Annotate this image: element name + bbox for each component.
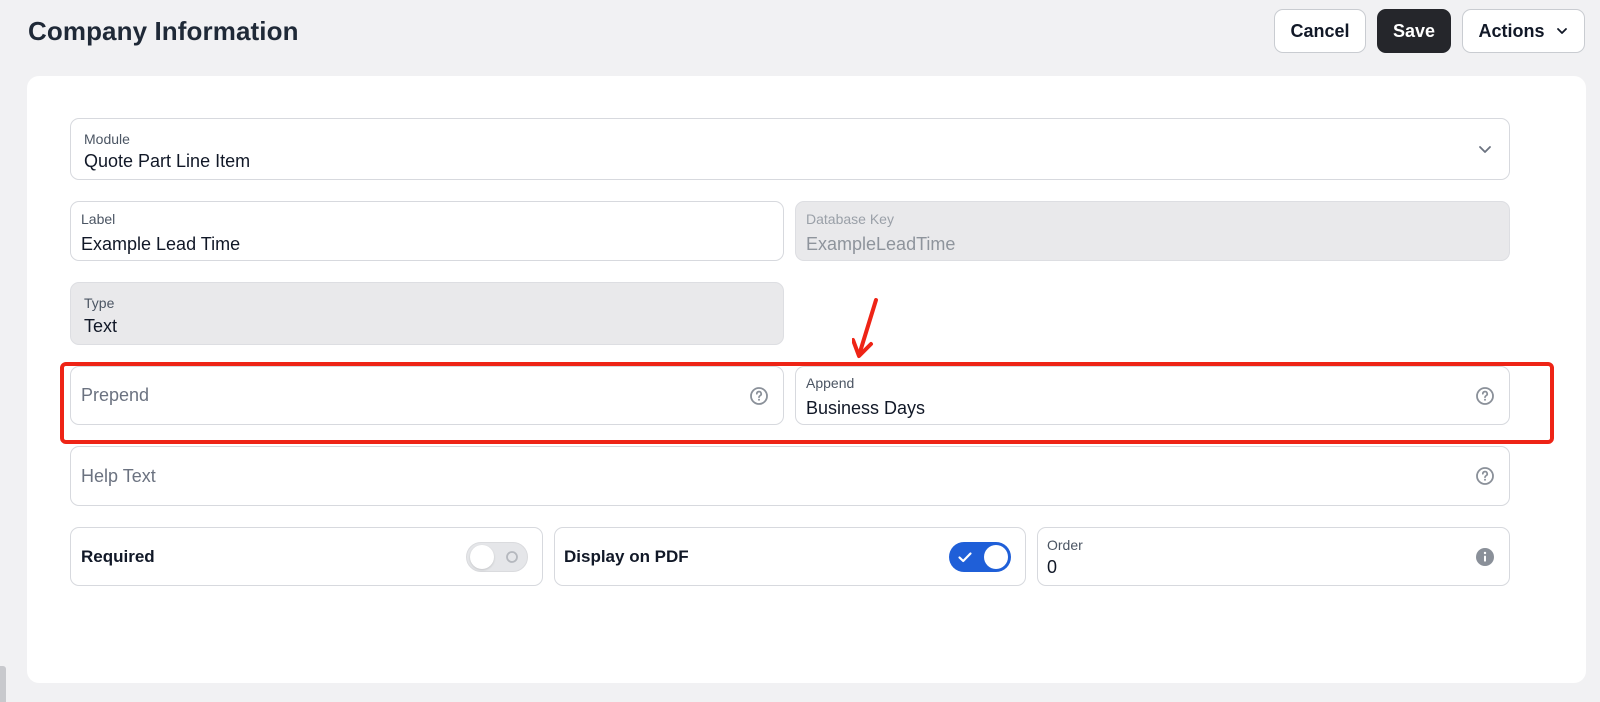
display-on-pdf-toggle[interactable] [949, 541, 1011, 572]
actions-dropdown-button[interactable]: Actions [1462, 9, 1585, 53]
order-input[interactable]: Order 0 [1037, 527, 1510, 586]
required-label: Required [81, 546, 155, 566]
annotation-highlight-box [60, 362, 1554, 444]
toggle-knob [984, 544, 1008, 569]
label-field-label: Label [81, 211, 116, 227]
help-circle-icon[interactable] [1475, 466, 1495, 486]
module-value: Quote Part Line Item [84, 151, 251, 171]
annotation-arrow-icon [852, 298, 878, 358]
edge-tab [0, 666, 6, 702]
page-title: Company Information [28, 16, 299, 46]
save-button[interactable]: Save [1377, 9, 1451, 53]
check-icon [958, 551, 972, 562]
module-label: Module [84, 131, 130, 147]
label-field-value: Example Lead Time [81, 234, 241, 254]
help-text-input[interactable]: Help Text [70, 446, 1510, 506]
order-label: Order [1047, 537, 1083, 553]
module-select[interactable]: Module Quote Part Line Item [70, 118, 1510, 180]
save-button-label: Save [1392, 20, 1436, 41]
database-key-field: Database Key ExampleLeadTime [795, 201, 1510, 261]
cancel-button-label: Cancel [1290, 20, 1350, 41]
actions-button-label: Actions [1478, 20, 1545, 41]
order-value: 0 [1047, 557, 1058, 577]
page-header: Company Information Cancel Save Actions [0, 0, 1600, 74]
type-label: Type [84, 295, 115, 311]
type-field: Type Text [70, 282, 784, 345]
toggle-off-icon [506, 550, 518, 563]
type-value: Text [84, 316, 118, 336]
database-key-label: Database Key [806, 211, 894, 227]
help-text-placeholder: Help Text [81, 465, 156, 486]
info-icon[interactable] [1475, 547, 1495, 567]
toggle-knob [470, 544, 494, 569]
database-key-value: ExampleLeadTime [806, 234, 956, 254]
display-on-pdf-field: Display on PDF [554, 527, 1026, 586]
chevron-down-icon [1556, 28, 1567, 34]
required-toggle[interactable] [466, 541, 528, 572]
required-field: Required [70, 527, 543, 586]
display-on-pdf-label: Display on PDF [564, 546, 689, 566]
chevron-down-icon [1479, 146, 1491, 153]
label-field[interactable]: Label Example Lead Time [70, 201, 784, 261]
cancel-button[interactable]: Cancel [1274, 9, 1366, 53]
